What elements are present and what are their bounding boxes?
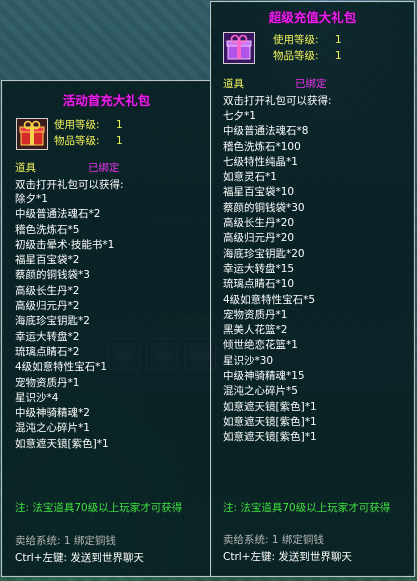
reward-item: 4级如意特性宝石*1: [15, 361, 108, 374]
reward-item: 倾世绝恋花篮*1: [223, 339, 298, 352]
reward-item: 如意遮天镜[紫色]*1: [15, 437, 109, 450]
reward-item: 初级击晕术·技能书*1: [15, 238, 115, 251]
sell-price: 卖给系统: 1 绑定铜钱: [15, 535, 116, 547]
reward-item: 如意遮天镜[紫色]*1: [223, 400, 317, 413]
item-level-value: 1: [335, 50, 342, 62]
reward-item: 星识沙*30: [223, 354, 274, 367]
panel-title: 超级充值大礼包: [268, 10, 357, 25]
reward-item: 海底珍宝钥匙*2: [15, 315, 90, 328]
item-level-label: 物品等级:: [54, 135, 100, 147]
reward-item: 如意灵石*1: [223, 171, 277, 184]
bind-status: 已绑定: [88, 162, 120, 174]
item-level-label: 物品等级:: [273, 50, 319, 62]
reward-item: 琉璃点睛石*10: [223, 278, 295, 291]
use-level-label: 使用等级:: [54, 119, 100, 131]
reward-item: 福星百宝袋*10: [223, 186, 295, 199]
reward-intro: 双击打开礼包可以获得:: [15, 179, 124, 191]
panel-title: 活动首充大礼包: [62, 93, 151, 108]
gift-box-icon: [223, 32, 255, 64]
reward-item: 黑美人花篮*2: [223, 324, 288, 337]
item-category: 道具: [223, 78, 244, 90]
reward-item: 混沌之心碎片*5: [223, 385, 298, 398]
level-info: 使用等级: 1 物品等级: 1: [273, 32, 342, 64]
use-level-value: 1: [335, 34, 342, 46]
level-note: 注: 法宝道具70级以上玩家才可获得: [223, 502, 391, 514]
shortcut-hint: Ctrl+左键: 发送到世界聊天: [15, 552, 144, 564]
reward-item: 蔡颜的铜钱袋*3: [15, 269, 90, 282]
reward-item: 中级普通法魂石*2: [15, 208, 101, 221]
reward-item: 中级神骑精魂*2: [15, 407, 90, 420]
reward-list: 七夕*1 中级普通法魂石*8 稽色洗炼石*100 七级特性纯晶*1 如意灵石*1 福星百宝…: [223, 109, 317, 446]
reward-item: 宠物资质丹*1: [223, 308, 288, 321]
reward-item: 混沌之心碎片*1: [15, 422, 90, 435]
reward-item: 幸运大转盘*15: [223, 262, 295, 275]
level-info: 使用等级: 1 物品等级: 1: [54, 117, 123, 149]
reward-item: 中级普通法魂石*8: [223, 125, 309, 138]
reward-item: 如意遮天镜[紫色]*1: [223, 431, 317, 444]
reward-item: 中级神骑精魂*15: [223, 370, 305, 383]
reward-item: 如意遮天镜[紫色]*1: [223, 415, 317, 428]
use-level-value: 1: [116, 119, 123, 131]
shortcut-hint: Ctrl+左键: 发送到世界聊天: [223, 551, 352, 563]
gift-box-icon: [16, 118, 48, 150]
reward-item: 福星百宝袋*2: [15, 254, 80, 267]
reward-item: 稽色洗炼石*5: [15, 223, 80, 236]
reward-item: 高级长生丹*2: [15, 284, 80, 297]
reward-item: 高级归元丹*20: [223, 232, 295, 245]
reward-item: 稽色洗炼石*100: [223, 140, 301, 153]
reward-item: 海底珍宝钥匙*20: [223, 247, 305, 260]
tooltip-panel-first-recharge: 活动首充大礼包 使用等级: 1 物品等级: 1 道具 已绑定 双击打开礼包可以获得:…: [1, 80, 212, 577]
reward-item: 琉璃点睛石*2: [15, 345, 80, 358]
bind-status: 已绑定: [295, 78, 327, 90]
reward-list: 除夕*1 中级普通法魂石*2 稽色洗炼石*5 初级击晕术·技能书*1 福星百宝袋*2 蔡颜…: [15, 192, 114, 452]
reward-item: 蔡颜的铜钱袋*30: [223, 201, 305, 214]
use-level-label: 使用等级:: [273, 34, 319, 46]
reward-item: 高级归元丹*2: [15, 300, 80, 313]
item-category: 道具: [15, 162, 36, 174]
tooltip-panel-super-recharge: 超级充值大礼包 使用等级: 1 物品等级: 1 道具 已绑定 双击打开礼包可以获得:…: [210, 1, 415, 577]
reward-item: 4级如意特性宝石*5: [223, 293, 316, 306]
reward-item: 幸运大转盘*2: [15, 330, 80, 343]
sell-price: 卖给系统: 1 绑定铜钱: [223, 534, 324, 546]
item-level-value: 1: [116, 135, 123, 147]
reward-item: 七夕*1: [223, 110, 256, 122]
reward-intro: 双击打开礼包可以获得:: [223, 95, 332, 107]
level-note: 注: 法宝道具70级以上玩家才可获得: [15, 502, 183, 514]
reward-item: 高级长生丹*20: [223, 217, 295, 230]
reward-item: 除夕*1: [15, 193, 48, 205]
reward-item: 七级特性纯晶*1: [223, 155, 298, 168]
reward-item: 星识沙*4: [15, 391, 59, 404]
reward-item: 宠物资质丹*1: [15, 376, 80, 389]
